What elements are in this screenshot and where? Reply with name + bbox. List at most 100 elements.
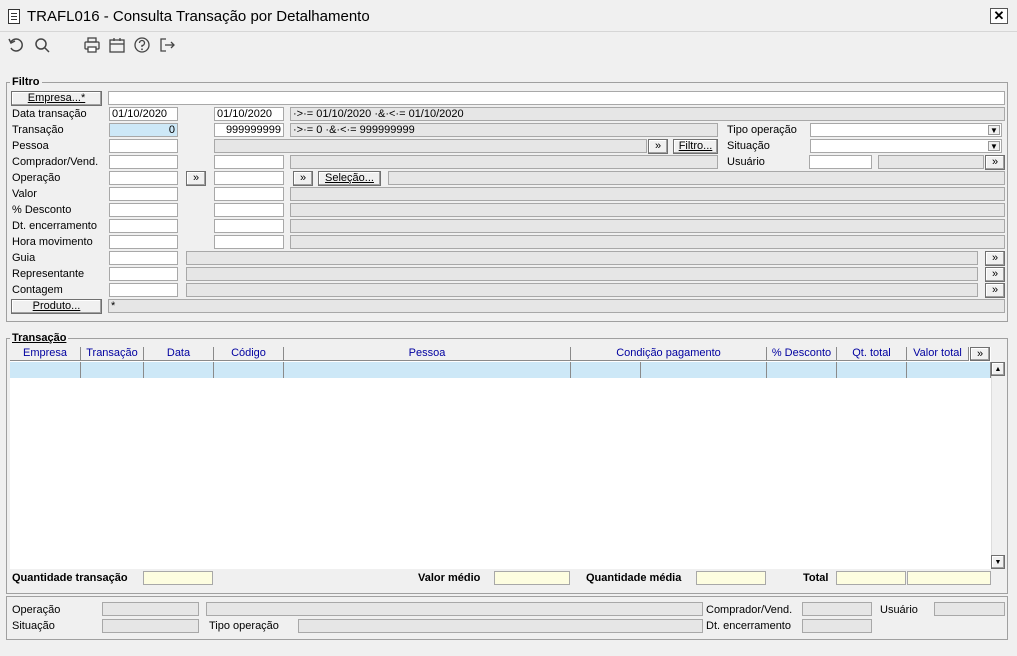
col-empresa[interactable]: Empresa xyxy=(10,347,81,361)
grid-scrollbar[interactable] xyxy=(991,362,1005,569)
col-data[interactable]: Data xyxy=(144,347,214,361)
representante-input[interactable] xyxy=(109,267,178,281)
representante-label: Representante xyxy=(12,268,85,280)
desconto-from[interactable] xyxy=(109,203,178,217)
produto-button-label: Produto... xyxy=(32,300,81,312)
operacao-label: Operação xyxy=(12,172,61,184)
footer-tipo-operacao-value xyxy=(298,619,703,633)
grid-row-cell[interactable] xyxy=(81,362,144,378)
grid-row-cell[interactable] xyxy=(571,362,641,378)
filtro-button[interactable]: Filtro... xyxy=(673,139,718,154)
desconto-to[interactable] xyxy=(214,203,284,217)
transacao-to[interactable]: 999999999 xyxy=(214,123,284,137)
operacao-more-button[interactable]: » xyxy=(293,171,313,186)
hora-movimento-from[interactable] xyxy=(109,235,178,249)
tipo-operacao-select[interactable]: ▼ xyxy=(810,123,1002,137)
grid-row-cell[interactable] xyxy=(837,362,907,378)
quantidade-media-label: Quantidade média xyxy=(586,572,682,584)
operacao-copy-button[interactable]: » xyxy=(186,171,206,186)
valor-to[interactable] xyxy=(214,187,284,201)
desconto-desc xyxy=(290,203,1005,217)
produto-input: * xyxy=(108,299,1005,313)
transacao-label: Transação xyxy=(12,124,64,136)
grid-row-cell[interactable] xyxy=(767,362,837,378)
valor-desc xyxy=(290,187,1005,201)
window-title: TRAFL016 - Consulta Transação por Detalh… xyxy=(27,8,370,25)
exit-icon[interactable] xyxy=(158,36,176,54)
selecao-button[interactable]: Seleção... xyxy=(318,171,381,186)
pessoa-more-button[interactable]: » xyxy=(648,139,668,154)
produto-button[interactable]: Produto... xyxy=(11,299,102,314)
grid-row-cell[interactable] xyxy=(214,362,284,378)
operacao-from[interactable] xyxy=(109,171,178,185)
transacao-desc: ·>·= 0 ·&·<·= 999999999 xyxy=(290,123,718,137)
footer-comprador-label: Comprador/Vend. xyxy=(706,604,793,616)
dt-encerramento-from[interactable] xyxy=(109,219,178,233)
empresa-input[interactable] xyxy=(108,91,1005,105)
scroll-down-icon[interactable]: ▼ xyxy=(991,555,1005,569)
grid-row-cell[interactable] xyxy=(641,362,767,378)
data-transacao-to[interactable]: 01/10/2020 xyxy=(214,107,284,121)
search-icon[interactable] xyxy=(33,36,51,54)
comprador-label: Comprador/Vend. xyxy=(12,156,99,168)
situacao-select[interactable]: ▼ xyxy=(810,139,1002,153)
grid-more-columns-button[interactable]: » xyxy=(970,347,990,361)
contagem-more-button[interactable]: » xyxy=(985,283,1005,298)
data-transacao-label: Data transação xyxy=(12,108,87,120)
chevron-down-icon: ▼ xyxy=(988,141,1000,151)
col-valor-total[interactable]: Valor total xyxy=(907,347,969,361)
grid-row-cell[interactable] xyxy=(10,362,81,378)
scroll-up-icon[interactable]: ▲ xyxy=(991,362,1005,376)
calendar-icon[interactable] xyxy=(108,36,126,54)
grid-row-cell[interactable] xyxy=(144,362,214,378)
hora-movimento-desc xyxy=(290,235,1005,249)
valor-medio-value xyxy=(494,571,570,585)
quantidade-media-value xyxy=(696,571,766,585)
hora-movimento-label: Hora movimento xyxy=(12,236,93,248)
print-icon[interactable] xyxy=(83,36,101,54)
usuario-input[interactable] xyxy=(809,155,872,169)
empresa-button[interactable]: Empresa...* xyxy=(11,91,102,106)
comprador-to[interactable] xyxy=(214,155,284,169)
close-button[interactable]: ✕ xyxy=(990,8,1008,24)
footer-operacao-label: Operação xyxy=(12,604,61,616)
guia-input[interactable] xyxy=(109,251,178,265)
undo-icon[interactable] xyxy=(7,36,25,54)
dt-encerramento-to[interactable] xyxy=(214,219,284,233)
footer-operacao-desc xyxy=(206,602,703,616)
footer-comprador-value xyxy=(802,602,872,616)
col-condicao-pagamento[interactable]: Condição pagamento xyxy=(571,347,767,361)
data-transacao-from[interactable]: 01/10/2020 xyxy=(109,107,178,121)
transacao-from[interactable]: 0 xyxy=(109,123,178,137)
pessoa-input[interactable] xyxy=(109,139,178,153)
help-icon[interactable] xyxy=(133,36,151,54)
transacao-grid[interactable] xyxy=(10,347,991,569)
transacao-title-text: Transação xyxy=(12,332,67,344)
guia-label: Guia xyxy=(12,252,36,264)
col-transacao[interactable]: Transação xyxy=(81,347,144,361)
filtro-title: Filtro xyxy=(10,76,42,88)
comprador-from[interactable] xyxy=(109,155,178,169)
usuario-desc xyxy=(878,155,984,169)
representante-desc xyxy=(186,267,978,281)
contagem-label: Contagem xyxy=(12,284,63,296)
grid-row-cell[interactable] xyxy=(284,362,571,378)
col-pessoa[interactable]: Pessoa xyxy=(284,347,571,361)
footer-usuario-label: Usuário xyxy=(880,604,918,616)
representante-more-button[interactable]: » xyxy=(985,267,1005,282)
grid-row-cell[interactable] xyxy=(907,362,991,378)
hora-movimento-to[interactable] xyxy=(214,235,284,249)
footer-usuario-value xyxy=(934,602,1005,616)
operacao-to[interactable] xyxy=(214,171,284,185)
col-codigo[interactable]: Código xyxy=(214,347,284,361)
col-qt-total[interactable]: Qt. total xyxy=(837,347,907,361)
col-desconto[interactable]: % Desconto xyxy=(767,347,837,361)
comprador-desc xyxy=(290,155,718,169)
quantidade-transacao-label: Quantidade transação xyxy=(12,572,128,584)
guia-more-button[interactable]: » xyxy=(985,251,1005,266)
operacao-desc xyxy=(388,171,1005,185)
usuario-more-button[interactable]: » xyxy=(985,155,1005,170)
situacao-label: Situação xyxy=(727,140,770,152)
valor-from[interactable] xyxy=(109,187,178,201)
contagem-input[interactable] xyxy=(109,283,178,297)
